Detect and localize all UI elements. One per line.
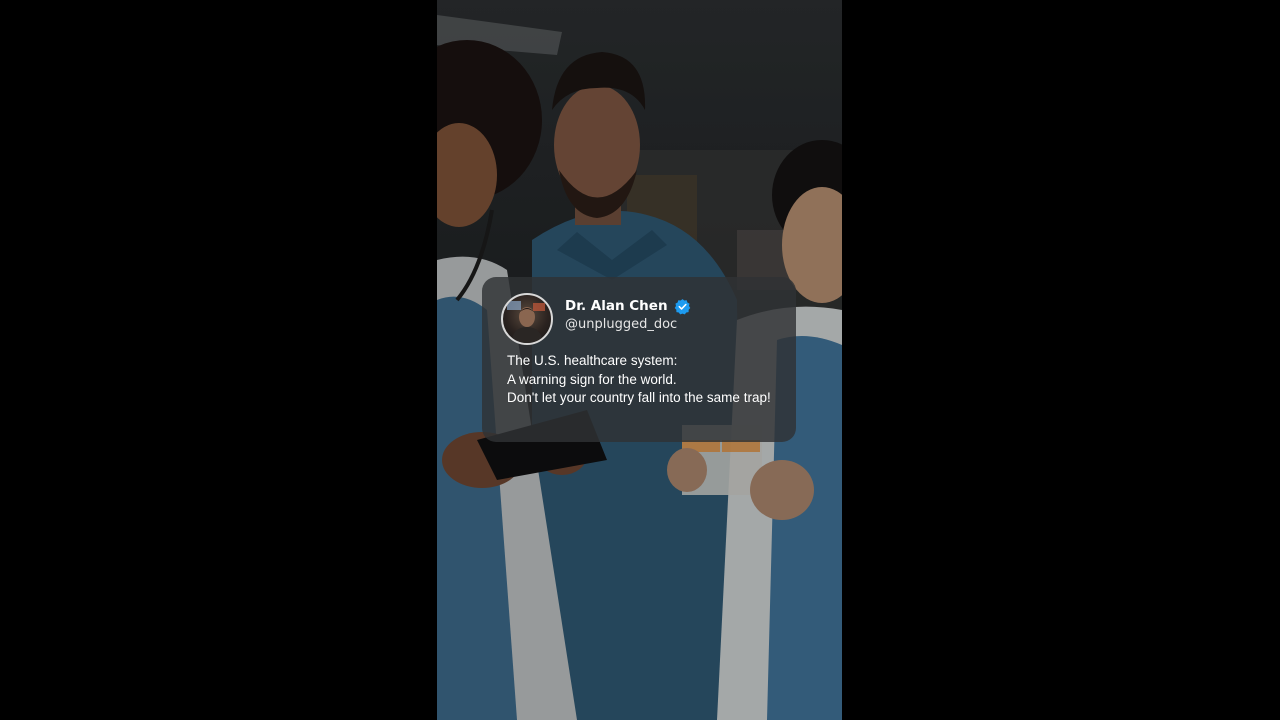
author-name[interactable]: Dr. Alan Chen (565, 298, 668, 314)
author-name-row: Dr. Alan Chen (565, 297, 691, 315)
verified-badge-icon (674, 298, 690, 314)
post-text-line: The U.S. healthcare system: (507, 353, 678, 368)
video-player[interactable]: Dr. Alan Chen @unplugged_doc The U.S. he… (0, 0, 1280, 720)
post-text-line: A warning sign for the world. (507, 371, 677, 387)
post-text-line: Don't let your country fall into the sam… (507, 390, 771, 405)
avatar-photo (507, 301, 545, 343)
author-avatar[interactable] (501, 293, 553, 345)
author-handle[interactable]: @unplugged_doc (565, 317, 677, 332)
post-text: The U.S. healthcare system: A warning si… (507, 352, 789, 408)
